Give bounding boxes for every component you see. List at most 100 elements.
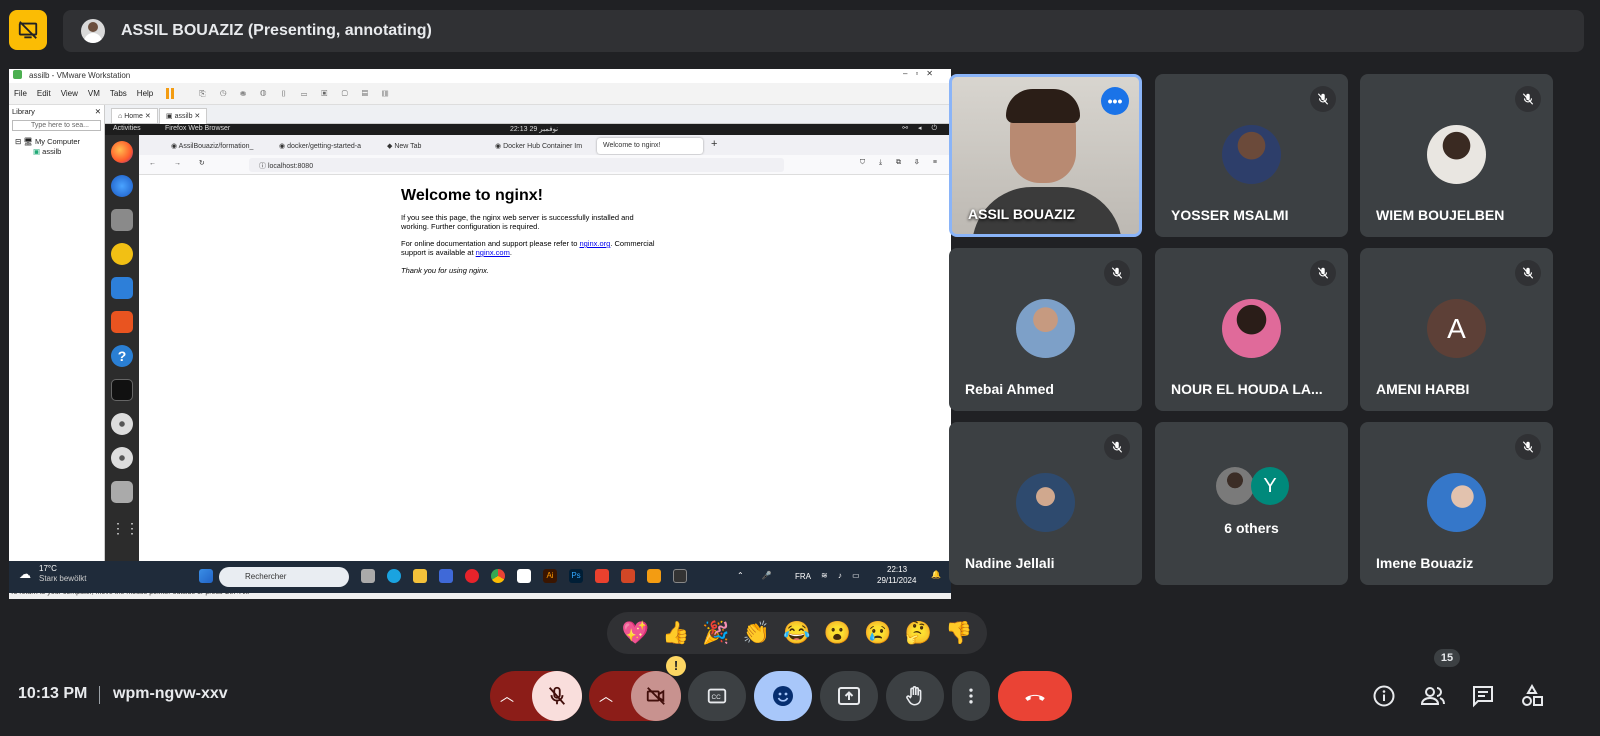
emoji-reactions-button[interactable] — [754, 671, 812, 721]
opera-icon[interactable] — [465, 569, 479, 583]
camera-toggle-button[interactable] — [631, 671, 681, 721]
participant-tile-imene[interactable]: Imene Bouaziz — [1360, 422, 1553, 585]
chat-button[interactable] — [1468, 681, 1498, 711]
ubuntu-clock[interactable]: 22:13 29 نوفمبر — [510, 125, 558, 133]
rhythmbox-icon[interactable] — [111, 243, 133, 265]
library-search-input[interactable]: Type here to sea... — [12, 120, 101, 131]
vmware-taskbar-icon[interactable] — [647, 569, 661, 583]
wps-icon[interactable] — [595, 569, 609, 583]
illustrator-icon[interactable]: Ai — [543, 569, 557, 583]
menu-view[interactable]: View — [61, 89, 78, 98]
participant-tile-yosser[interactable]: YOSSER MSALMI — [1155, 74, 1348, 237]
menu-vm[interactable]: VM — [88, 89, 100, 98]
app-center-icon[interactable] — [111, 311, 133, 333]
reaction-party[interactable]: 🎉 — [702, 620, 729, 646]
help-icon[interactable]: ? — [111, 345, 133, 367]
ff-tab-nginx[interactable]: Welcome to nginx! — [597, 138, 703, 154]
tree-vm-assilb[interactable]: ▣ assilb — [9, 146, 104, 156]
reaction-thinking[interactable]: 🤔 — [905, 620, 932, 646]
participant-tile-nour[interactable]: NOUR EL HOUDA LA... — [1155, 248, 1348, 411]
reaction-thumbs-down[interactable]: 👎 — [945, 620, 972, 646]
language-indicator[interactable]: FRA — [795, 572, 811, 581]
participant-tile-assil[interactable]: ••• ASSIL BOUAZIZ — [949, 74, 1142, 237]
ff-tab-github-2[interactable]: ◉ docker/getting-started-a — [273, 138, 379, 154]
taskbar-search-input[interactable]: Rechercher — [219, 567, 349, 587]
files-icon[interactable] — [111, 209, 133, 231]
meeting-details-button[interactable] — [1369, 681, 1399, 711]
mic-options-chevron-icon[interactable]: ︿ — [500, 686, 514, 706]
thunderbird-icon[interactable] — [111, 175, 133, 197]
menu-edit[interactable]: Edit — [37, 89, 51, 98]
photoshop-icon[interactable]: Ps — [569, 569, 583, 583]
taskbar-time[interactable]: 22:13 — [887, 565, 907, 574]
reaction-laugh[interactable]: 😂 — [783, 620, 810, 646]
taskbar-date[interactable]: 29/11/2024 — [877, 576, 916, 585]
toolbar-icons[interactable]: ⎘ ◷ ⛀ ◍ ▯ ▭ ▣ ▢ ▤ ▥ — [199, 89, 394, 99]
show-apps-icon[interactable]: ⋮⋮⋮ — [111, 517, 153, 539]
task-view-icon[interactable] — [361, 569, 375, 583]
camera-warning-badge[interactable]: ! — [666, 656, 686, 676]
writer-icon[interactable] — [111, 277, 133, 299]
windows-start-icon[interactable] — [199, 569, 213, 583]
new-tab-button[interactable]: + — [711, 138, 717, 150]
reaction-heart[interactable]: 💖 — [622, 620, 649, 646]
participant-tile-wiem[interactable]: WIEM BOUJELBEN — [1360, 74, 1553, 237]
tree-my-computer[interactable]: ⊟ 🖥 My Computer — [9, 133, 104, 146]
menu-help[interactable]: Help — [137, 89, 153, 98]
link-nginx-com[interactable]: nginx.com — [476, 248, 510, 257]
reaction-thumbs-up[interactable]: 👍 — [662, 620, 689, 646]
participant-tile-ameni[interactable]: A AMENI HARBI — [1360, 248, 1553, 411]
reaction-surprised[interactable]: 😮 — [824, 620, 851, 646]
raise-hand-button[interactable] — [886, 671, 944, 721]
leave-call-button[interactable] — [998, 671, 1072, 721]
url-bar[interactable]: ⓘ localhost:8080 — [249, 158, 784, 172]
disc-icon-2[interactable] — [111, 447, 133, 469]
weather-icon[interactable]: ☁ — [19, 567, 31, 581]
present-screen-button[interactable] — [820, 671, 878, 721]
nav-buttons[interactable]: ← → ↻ — [149, 159, 213, 167]
meeting-code[interactable]: wpm-ngvw-xxv — [113, 685, 228, 703]
network-volume-icons[interactable]: ≋ ♪ ▭ — [821, 571, 864, 580]
system-tray-icons[interactable]: ⚯ ◂ ⏻ — [902, 124, 941, 133]
menu-tabs[interactable]: Tabs — [110, 89, 127, 98]
store-icon[interactable] — [439, 569, 453, 583]
reaction-clap[interactable]: 👏 — [743, 620, 770, 646]
disc-icon[interactable] — [111, 413, 133, 435]
reaction-sad[interactable]: 😢 — [864, 620, 891, 646]
shared-screen: assilb - VMware Workstation –▫✕ File Edi… — [9, 69, 951, 599]
terminal-icon[interactable] — [111, 379, 133, 401]
participant-tile-rebai[interactable]: Rebai Ahmed — [949, 248, 1142, 411]
terminal-taskbar-icon[interactable] — [673, 569, 687, 583]
toolbar-actions[interactable]: ⛉ ⤓ ⧉ ⇩ ≡ — [860, 159, 943, 167]
edge-icon[interactable] — [387, 569, 401, 583]
vm-tab-home[interactable]: ⌂ Home ✕ — [111, 108, 158, 124]
notification-bell-icon[interactable]: 🔔 — [931, 570, 941, 579]
captions-button[interactable]: CC — [688, 671, 746, 721]
tray-icons[interactable]: ⌃ 🎤 — [737, 571, 780, 580]
pause-icon[interactable] — [166, 88, 175, 99]
people-button[interactable] — [1418, 681, 1448, 711]
chrome-icon[interactable] — [491, 569, 505, 583]
camera-options-chevron-icon[interactable]: ︿ — [599, 686, 613, 706]
link-nginx-org[interactable]: nginx.org — [579, 239, 610, 248]
participant-tile-nadine[interactable]: Nadine Jellali — [949, 422, 1142, 585]
menu-file[interactable]: File — [14, 89, 27, 98]
participant-tile-others[interactable]: Y 6 others — [1155, 422, 1348, 585]
window-controls[interactable]: –▫✕ — [903, 69, 941, 78]
ff-tab-github-1[interactable]: ◉ AssilBouaziz/formation_ — [165, 138, 271, 154]
close-icon[interactable]: ✕ — [95, 107, 101, 116]
activities-button[interactable]: Activities — [113, 125, 141, 132]
vm-tab-assilb[interactable]: ▣ assilb ✕ — [159, 108, 208, 124]
explorer-icon[interactable] — [413, 569, 427, 583]
notion-icon[interactable] — [517, 569, 531, 583]
activities-button[interactable] — [1517, 681, 1547, 711]
more-options-button[interactable] — [952, 671, 990, 721]
drive-icon[interactable] — [111, 481, 133, 503]
ff-tab-newtab[interactable]: ◆ New Tab — [381, 138, 487, 154]
powerpoint-icon[interactable] — [621, 569, 635, 583]
firefox-icon[interactable] — [111, 141, 133, 163]
ff-tab-dockerhub[interactable]: ◉ Docker Hub Container Im — [489, 138, 595, 154]
presentation-toggle-button[interactable] — [9, 10, 47, 50]
mic-toggle-button[interactable] — [532, 671, 582, 721]
more-options-icon[interactable]: ••• — [1101, 87, 1129, 115]
